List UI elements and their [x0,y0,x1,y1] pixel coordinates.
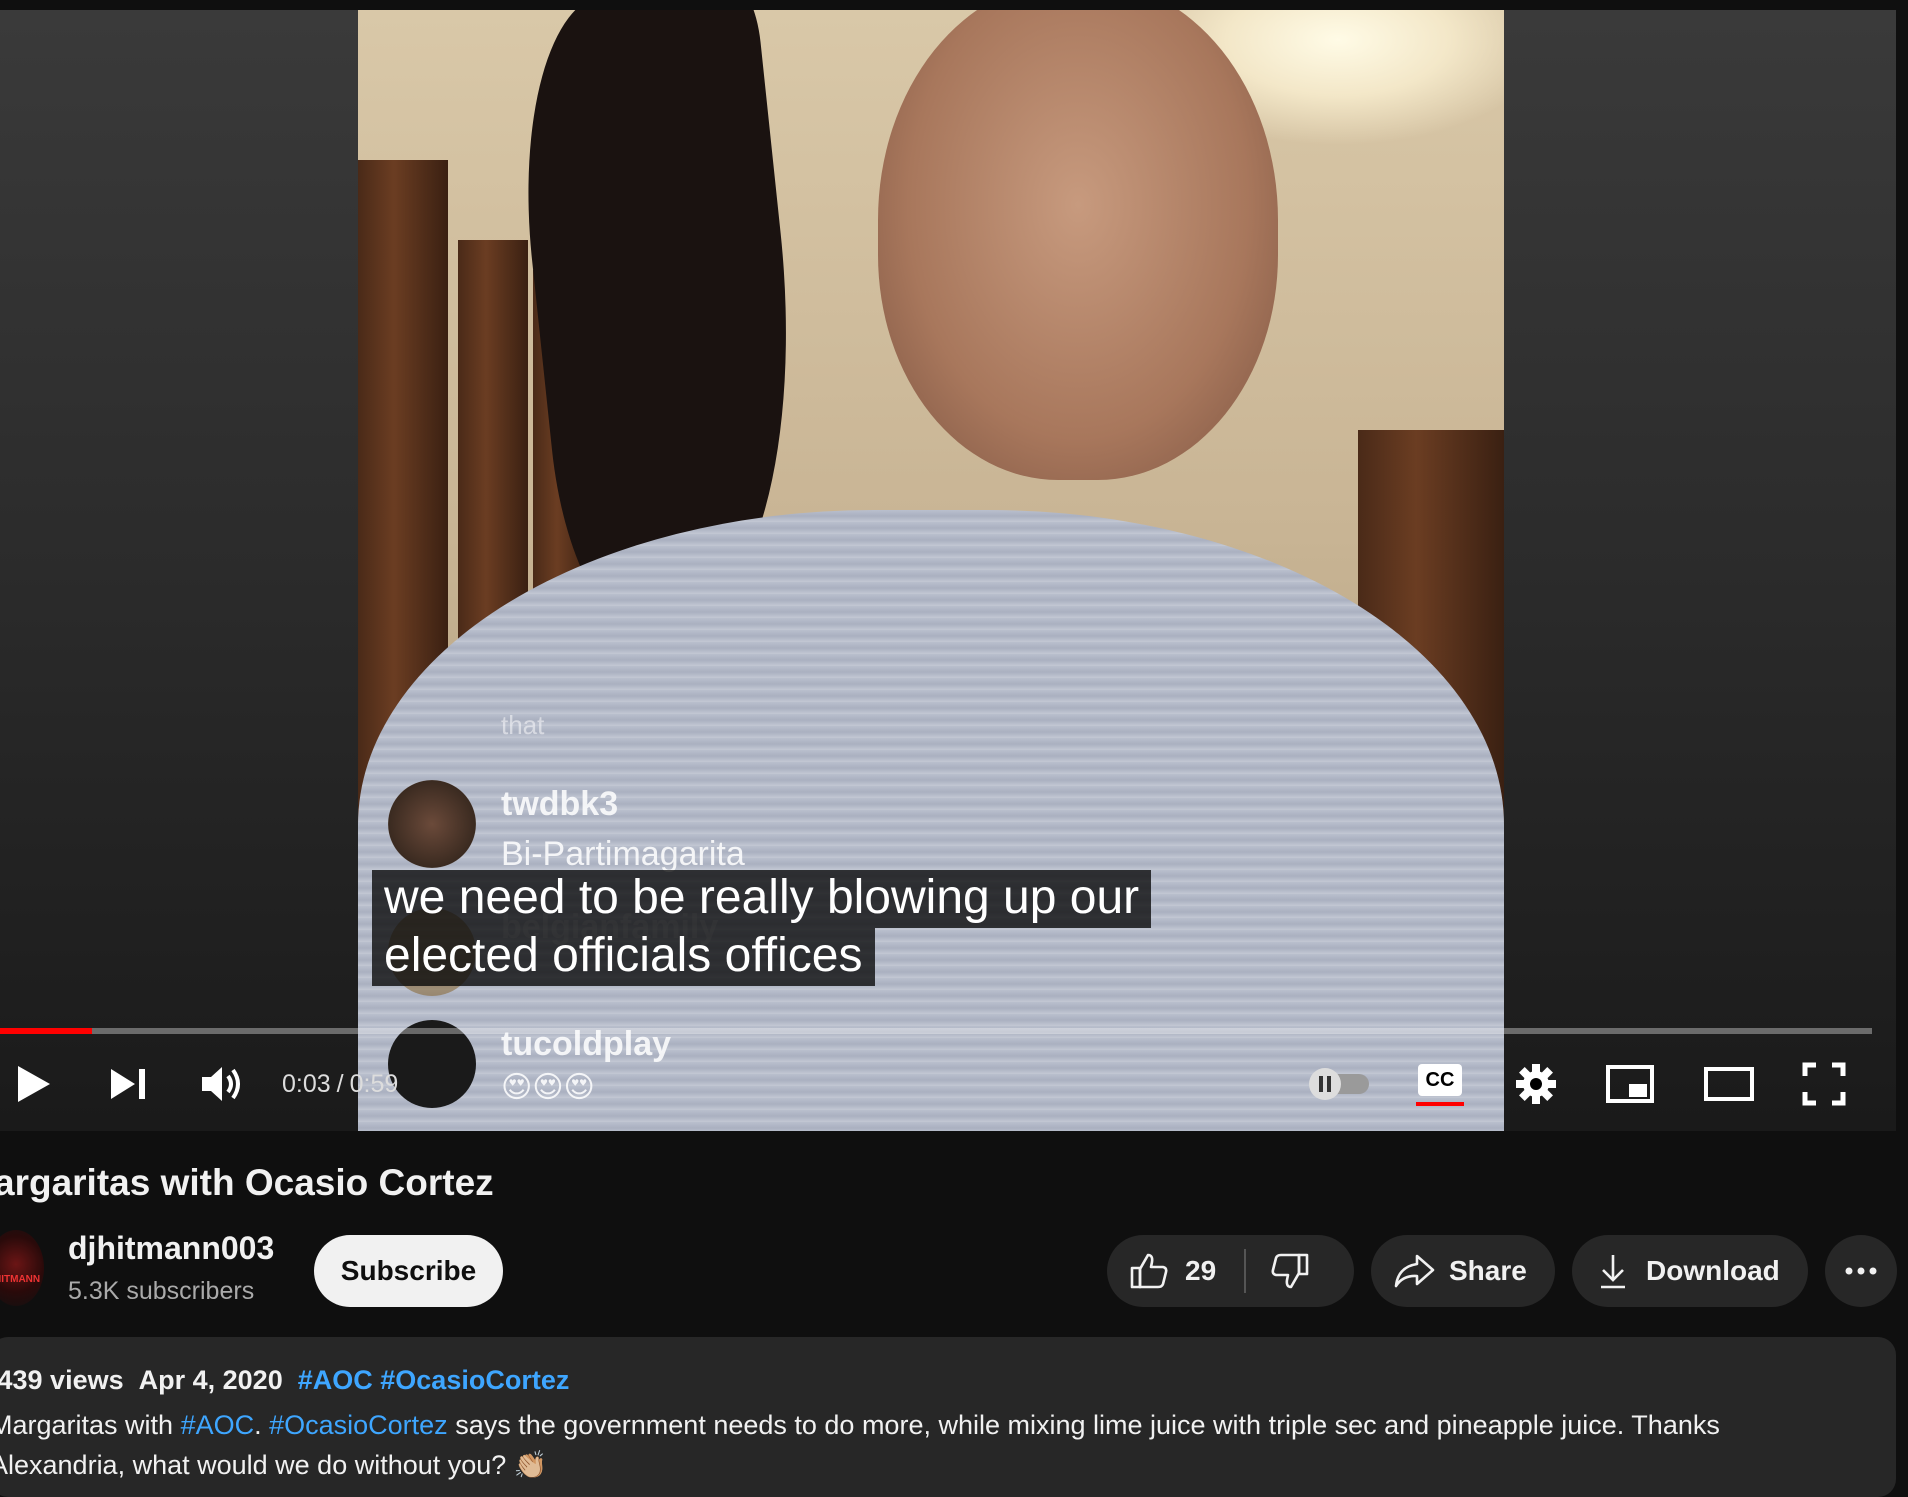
volume-icon [202,1067,240,1101]
hashtag-link[interactable]: #OcasioCortez [380,1365,569,1395]
like-count: 29 [1185,1255,1217,1286]
volume-button[interactable] [192,1054,252,1114]
description-text-segment: . [254,1410,270,1440]
miniplayer-icon [1606,1065,1654,1103]
description-text-segment: Margaritas with [0,1410,181,1440]
play-button[interactable] [4,1054,64,1114]
thumbs-down-icon [1271,1253,1309,1289]
channel-name[interactable]: djhitmann003 [68,1230,274,1267]
time-current: 0:03 [282,1070,331,1098]
upload-date: Apr 4, 2020 [138,1365,283,1395]
more-actions-button[interactable] [1825,1235,1897,1307]
download-label: Download [1646,1255,1780,1286]
player-controls: 0:03/0:59 CC [0,1040,1896,1128]
pillarbox-right [1504,10,1896,1131]
subscribe-button[interactable]: Subscribe [314,1235,503,1307]
progress-bar[interactable] [0,1028,1872,1034]
autoplay-toggle[interactable] [1305,1054,1375,1114]
time-display: 0:03/0:59 [282,1070,398,1099]
live-comment-text: Bi-Partimagarita [501,835,745,873]
play-icon [18,1066,50,1102]
time-total: 0:59 [349,1070,399,1098]
thumbs-up-icon [1130,1253,1168,1289]
avatar-logo-text: HITMANN [0,1274,41,1285]
view-count: ,439 views [0,1365,124,1395]
miniplayer-button[interactable] [1600,1054,1660,1114]
cc-active-indicator [1416,1102,1464,1106]
player-top-bar [0,0,1896,10]
cc-icon: CC [1416,1060,1464,1108]
pillarbox-left [0,10,358,1131]
live-comment-user: twdbk3 [501,785,619,823]
live-comment-text: that [501,710,545,740]
time-separator: / [336,1070,344,1098]
video-player[interactable]: that twdbk3 Bi-Partimagarita belgianfami… [0,0,1896,1131]
more-horizontal-icon [1845,1267,1877,1275]
subscriber-count: 5.3K subscribers [68,1277,255,1305]
caption-line: we need to be really blowing up our [372,870,1152,928]
next-button[interactable] [98,1054,158,1114]
gear-icon [1516,1064,1556,1104]
caption-line: elected officials offices [372,928,875,986]
captions-button[interactable]: CC [1410,1054,1470,1114]
hashtag-link[interactable]: #OcasioCortez [269,1410,448,1440]
share-icon [1394,1254,1435,1288]
description-box[interactable]: ,439 views Apr 4, 2020 #AOC #OcasioCorte… [0,1337,1896,1497]
progress-played [0,1028,92,1034]
download-icon [1601,1255,1625,1289]
closed-captions: we need to be really blowing up our elec… [372,870,1152,986]
hashtag-link[interactable]: #AOC [298,1365,373,1395]
fullscreen-icon [1802,1062,1846,1106]
hashtag-link[interactable]: #AOC [181,1410,255,1440]
fullscreen-button[interactable] [1794,1054,1854,1114]
description-meta: ,439 views Apr 4, 2020 #AOC #OcasioCorte… [0,1365,569,1396]
theater-mode-icon [1704,1067,1754,1101]
description-text: Margaritas with #AOC. #OcasioCortez says… [0,1405,1840,1485]
channel-avatar[interactable]: HITMANN [0,1230,44,1306]
settings-button[interactable] [1506,1054,1566,1114]
autoplay-toggle-icon [1309,1068,1369,1100]
video-title: argaritas with Ocasio Cortez [0,1162,494,1203]
like-dislike-group: 29 [1107,1235,1354,1307]
commenter-avatar [388,780,476,868]
download-button[interactable]: Download [1572,1235,1808,1307]
dislike-button[interactable] [1246,1235,1310,1307]
theater-mode-button[interactable] [1697,1054,1761,1114]
like-button[interactable]: 29 [1107,1235,1216,1307]
share-button[interactable]: Share [1371,1235,1555,1307]
skip-next-icon [111,1069,145,1099]
share-label: Share [1449,1255,1527,1286]
